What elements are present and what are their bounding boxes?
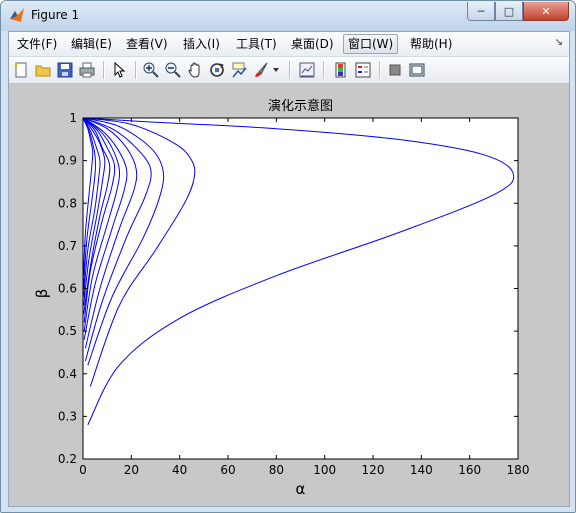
figure-client-area: 文件(F) 编辑(E) 查看(V) 插入(I) 工具(T) 桌面(D) 窗口(W…: [8, 31, 570, 507]
x-tick-label: 160: [458, 463, 481, 477]
y-axis-label: β: [33, 289, 51, 299]
menu-window[interactable]: 窗口(W): [343, 34, 399, 54]
x-tick-label: 20: [124, 463, 139, 477]
menu-edit[interactable]: 编辑(E): [67, 35, 116, 53]
show-plot-tools-icon[interactable]: [407, 60, 427, 80]
y-tick-label: 0.9: [58, 154, 77, 168]
x-tick-label: 180: [507, 463, 530, 477]
legend-icon[interactable]: [353, 60, 373, 80]
y-tick-label: 0.7: [58, 239, 77, 253]
x-tick-label: 40: [172, 463, 187, 477]
link-plot-icon[interactable]: [297, 60, 317, 80]
zoom-out-icon[interactable]: [163, 60, 183, 80]
y-tick-label: 0.8: [58, 196, 77, 210]
axes-background: [83, 118, 518, 459]
window-title: Figure 1: [31, 8, 80, 22]
brush-dropdown-icon[interactable]: [271, 60, 281, 80]
x-tick-label: 100: [313, 463, 336, 477]
menu-insert[interactable]: 插入(I): [179, 35, 224, 53]
menu-overflow-icon[interactable]: ↘: [555, 37, 563, 48]
menu-desktop[interactable]: 桌面(D): [287, 35, 338, 53]
x-tick-label: 60: [220, 463, 235, 477]
y-tick-label: 0.6: [58, 282, 77, 296]
chart-title: 演化示意图: [268, 98, 333, 114]
zoom-in-icon[interactable]: [141, 60, 161, 80]
new-figure-icon[interactable]: [11, 60, 31, 80]
save-icon[interactable]: [55, 60, 75, 80]
menu-help[interactable]: 帮助(H): [406, 35, 456, 53]
open-icon[interactable]: [33, 60, 53, 80]
y-tick-label: 0.3: [58, 409, 77, 423]
menu-view[interactable]: 查看(V): [122, 35, 172, 53]
figure-window: Figure 1 ─ □ ✕ 文件(F) 编辑(E) 查看(V) 插入(I) 工…: [0, 0, 576, 513]
brush-icon[interactable]: [251, 60, 271, 80]
matlab-logo-icon: [10, 8, 24, 22]
x-axis-label: α: [296, 480, 306, 498]
x-tick-label: 80: [269, 463, 284, 477]
toolbar: [9, 57, 569, 84]
hide-plot-tools-icon[interactable]: [385, 60, 405, 80]
x-tick-label: 120: [362, 463, 385, 477]
y-tick-label: 1: [69, 111, 77, 125]
x-tick-label: 0: [79, 463, 87, 477]
maximize-button[interactable]: □: [495, 2, 523, 21]
rotate-3d-icon[interactable]: [207, 60, 227, 80]
chart[interactable]: 0 20 40 60 80 100 120 140 160 180 0.2 0.3 0.4 0.5 0.6 0…: [9, 84, 569, 506]
pan-hand-icon[interactable]: [185, 60, 205, 80]
close-button[interactable]: ✕: [523, 2, 569, 21]
y-tick-label: 0.2: [58, 452, 77, 466]
data-cursor-icon[interactable]: [229, 60, 249, 80]
figure-canvas[interactable]: 0 20 40 60 80 100 120 140 160 180 0.2 0.3 0.4 0.5 0.6 0…: [9, 84, 569, 506]
pointer-icon[interactable]: [109, 60, 129, 80]
y-tick-label: 0.5: [58, 324, 77, 338]
title-bar[interactable]: Figure 1 ─ □ ✕: [1, 1, 575, 31]
menu-bar: 文件(F) 编辑(E) 查看(V) 插入(I) 工具(T) 桌面(D) 窗口(W…: [9, 32, 569, 57]
x-tick-label: 140: [410, 463, 433, 477]
minimize-button[interactable]: ─: [467, 2, 495, 21]
print-icon[interactable]: [77, 60, 97, 80]
colorbar-icon[interactable]: [331, 60, 351, 80]
menu-tools[interactable]: 工具(T): [232, 35, 281, 53]
menu-file[interactable]: 文件(F): [13, 35, 61, 53]
y-tick-label: 0.4: [58, 367, 77, 381]
